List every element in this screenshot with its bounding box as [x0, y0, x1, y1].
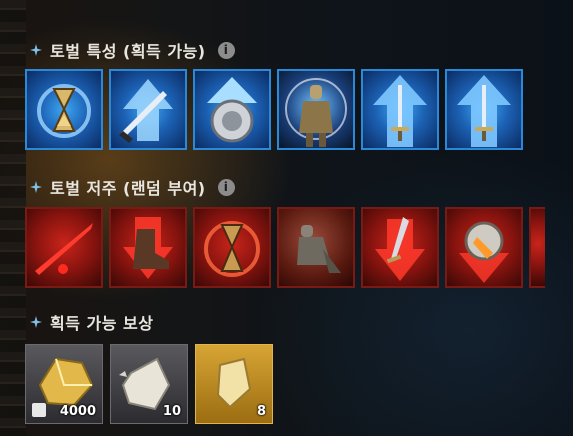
curse-partial-icon[interactable]	[529, 207, 545, 288]
curses-title: 토벌 저주 (랜덤 부여) i	[30, 175, 235, 199]
sparkle-icon	[30, 181, 42, 193]
reward-silver-ore[interactable]: 10	[110, 344, 188, 424]
reward-gold-fragment[interactable]: 8	[195, 344, 273, 424]
rewards-title: 획득 가능 보상	[30, 310, 153, 334]
trait-sword-slash-up-icon[interactable]	[109, 69, 187, 150]
traits-title: 토벌 특성 (획득 가능) i	[30, 38, 235, 62]
traits-row	[25, 69, 523, 150]
curses-row	[25, 207, 545, 288]
background-pillar	[0, 0, 26, 436]
rewards-title-text: 획득 가능 보상	[50, 314, 154, 333]
bound-badge-icon	[32, 403, 46, 417]
curse-shield-break-icon[interactable]	[445, 207, 523, 288]
trait-hourglass-cycle-icon[interactable]	[25, 69, 103, 150]
curse-boot-down-icon[interactable]	[109, 207, 187, 288]
trait-sword-up-icon-2[interactable]	[445, 69, 523, 150]
curse-sword-down-icon[interactable]	[361, 207, 439, 288]
reward-quantity: 10	[162, 404, 181, 419]
sparkle-icon	[30, 316, 42, 328]
curse-blood-slash-icon[interactable]	[25, 207, 103, 288]
reward-quantity: 4000	[59, 404, 96, 419]
sparkle-icon	[30, 44, 42, 56]
trait-knight-aura-icon[interactable]	[277, 69, 355, 150]
reward-gold-ore[interactable]: 4000	[25, 344, 103, 424]
info-icon[interactable]: i	[217, 178, 235, 196]
curse-hourglass-up-icon[interactable]	[193, 207, 271, 288]
info-icon[interactable]: i	[217, 41, 235, 59]
trait-shield-up-icon[interactable]	[193, 69, 271, 150]
traits-title-text: 토벌 특성 (획득 가능)	[50, 42, 206, 61]
reward-quantity: 8	[256, 404, 266, 419]
curse-knight-kneel-icon[interactable]	[277, 207, 355, 288]
trait-sword-up-icon[interactable]	[361, 69, 439, 150]
curses-title-text: 토벌 저주 (랜덤 부여)	[50, 179, 206, 198]
